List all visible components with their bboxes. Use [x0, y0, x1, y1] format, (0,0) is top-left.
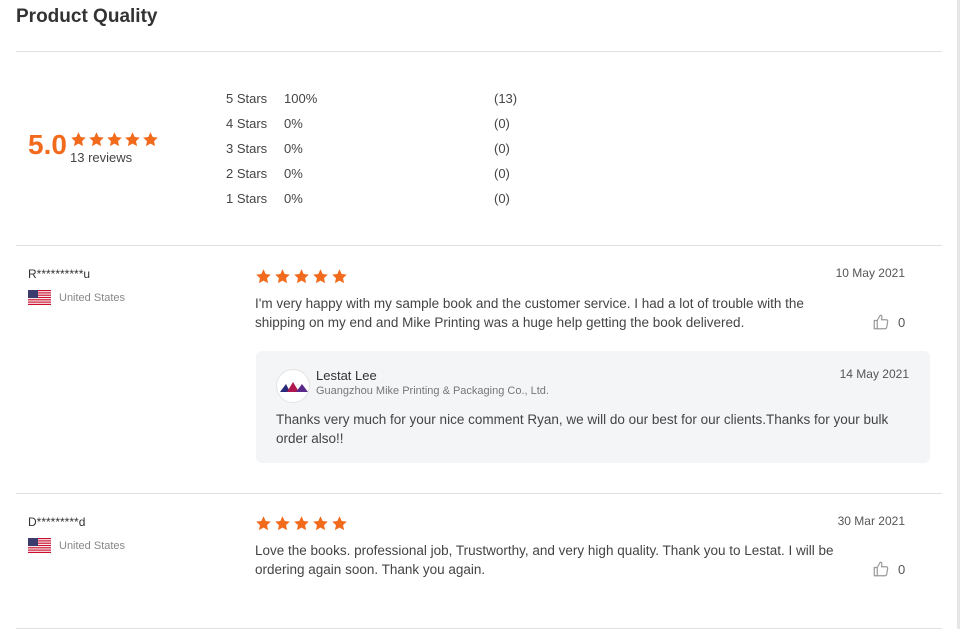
star-icon: [275, 269, 290, 284]
reviewer-name: R**********u: [28, 267, 91, 281]
country-name: United States: [59, 291, 126, 304]
review-date: 30 Mar 2021: [837, 514, 905, 528]
star-icon: [313, 269, 328, 284]
company-logo: [276, 369, 310, 403]
country-name: United States: [59, 539, 126, 552]
star-icon: [275, 516, 290, 531]
star-icon: [143, 132, 158, 147]
average-score: 5.0: [28, 129, 67, 160]
review-text: Love the books. professional job, Trustw…: [255, 543, 834, 577]
rating-count: (0): [494, 140, 510, 156]
rating-label: 5 Stars: [226, 90, 268, 106]
like-count: 0: [898, 561, 906, 577]
star-icon: [89, 132, 104, 147]
divider: [16, 493, 942, 494]
reviewer-country: United States: [28, 290, 125, 305]
star-icon: [125, 132, 140, 147]
average-stars: [70, 131, 159, 148]
rating-percent: 0%: [284, 140, 303, 156]
like-button[interactable]: 0: [872, 313, 905, 331]
reviewer-country: United States: [28, 538, 125, 553]
us-flag-icon: [28, 290, 51, 305]
rating-breakdown-row: 1 Stars 0% (0): [226, 189, 510, 207]
rating-label: 2 Stars: [226, 165, 268, 181]
rating-percent: 0%: [284, 165, 303, 181]
thumbs-up-icon: [873, 314, 889, 330]
rating-label: 1 Stars: [226, 190, 268, 206]
rating-count: (0): [494, 115, 510, 131]
seller-reply: Lestat Lee Guangzhou Mike Printing & Pac…: [256, 351, 930, 463]
star-icon: [256, 516, 271, 531]
review-stars: [255, 515, 348, 532]
review-text: I'm very happy with my sample book and t…: [255, 296, 804, 330]
like-button[interactable]: 0: [872, 560, 905, 578]
thumbs-up-icon: [873, 561, 889, 577]
star-icon: [107, 132, 122, 147]
rating-percent: 0%: [284, 115, 303, 131]
reviewer-name: D*********d: [28, 515, 86, 529]
star-icon: [256, 269, 271, 284]
reply-company: Guangzhou Mike Printing & Packaging Co.,…: [316, 385, 549, 397]
rating-percent: 100%: [284, 90, 318, 106]
reply-text: Thanks very much for your nice comment R…: [276, 412, 889, 446]
rating-breakdown-row: 2 Stars 0% (0): [226, 164, 510, 182]
rating-breakdown-row: 4 Stars 0% (0): [226, 114, 510, 132]
rating-count: (0): [494, 165, 510, 181]
divider: [16, 245, 942, 246]
section-title: Product Quality: [16, 6, 158, 27]
rating-count: (13): [494, 90, 518, 106]
star-icon: [71, 132, 86, 147]
star-icon: [294, 516, 309, 531]
star-icon: [294, 269, 309, 284]
rating-count: (0): [494, 190, 510, 206]
rating-breakdown-row: 5 Stars 100% (13): [226, 89, 517, 107]
rating-percent: 0%: [284, 190, 303, 206]
reply-date: 14 May 2021: [839, 367, 909, 381]
reply-author: Lestat Lee: [316, 368, 377, 383]
rating-label: 4 Stars: [226, 115, 268, 131]
rating-breakdown-row: 3 Stars 0% (0): [226, 139, 510, 157]
star-icon: [332, 269, 347, 284]
star-icon: [332, 516, 347, 531]
review-count: 13 reviews: [70, 150, 133, 165]
divider: [16, 51, 942, 52]
star-icon: [313, 516, 328, 531]
review-date: 10 May 2021: [835, 266, 905, 280]
rating-label: 3 Stars: [226, 140, 268, 156]
review-stars: [255, 268, 348, 285]
like-count: 0: [898, 314, 906, 330]
us-flag-icon: [28, 538, 51, 553]
